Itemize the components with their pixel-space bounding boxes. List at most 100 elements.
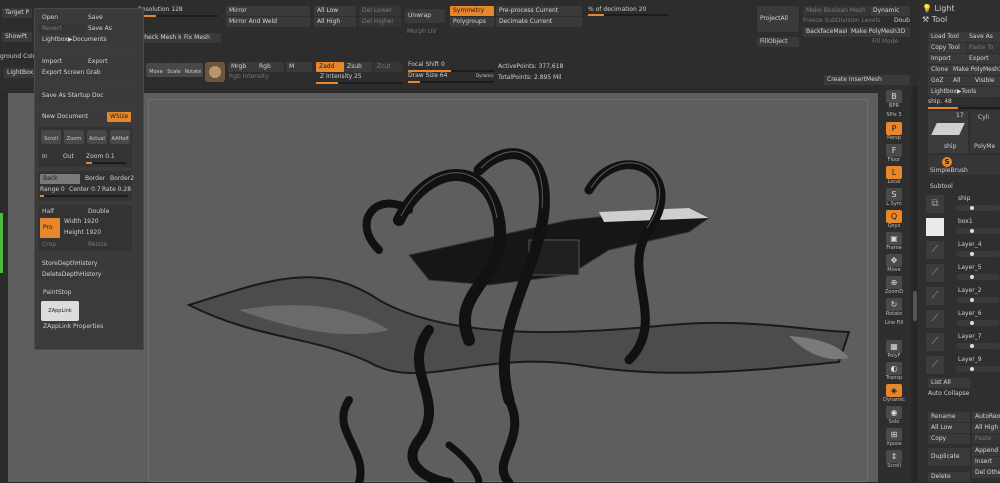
actual-icon[interactable]: Actual [87, 130, 107, 144]
subtool-all-low-button[interactable]: All Low [928, 423, 970, 433]
material-swatch-icon[interactable] [205, 62, 225, 82]
zoom-out-button[interactable]: Out [63, 153, 74, 161]
shelf-item-scroll[interactable]: ⇕ Scroll [882, 450, 906, 472]
subtool-row[interactable]: ⟋ Layer_4 [926, 239, 1000, 261]
subtool-visibility-toggle[interactable] [956, 320, 1000, 326]
polymesh-thumbnail[interactable]: Cyli PolyMe [970, 111, 1000, 153]
subtool-paste-button[interactable]: Paste [972, 434, 1000, 444]
range-slider[interactable]: Range 0 [40, 186, 65, 194]
current-tool-slider[interactable]: ship. 48 [928, 98, 952, 106]
shelf-item-frame[interactable]: ▣ Frame [882, 232, 906, 254]
save-button[interactable]: Save [85, 13, 131, 23]
shelf-item-qxyz[interactable]: Q Qxyz [882, 210, 906, 232]
shelf-item-rotate[interactable]: ↻ Rotate [882, 298, 906, 320]
auto-reorder-button[interactable]: AutoReord [972, 412, 1000, 422]
double-label[interactable]: Doub [894, 17, 910, 25]
shelf-item-floor[interactable]: F Floor [882, 144, 906, 166]
lightbox-tools-button[interactable]: Lightbox▶Tools [928, 87, 1000, 97]
rgb-intensity-label[interactable]: Rgb Intensity [229, 73, 269, 81]
polygroups-button[interactable]: Polygroups [450, 17, 494, 27]
new-document-button[interactable]: New Document [39, 112, 105, 122]
paste-tool-button[interactable]: Paste To [966, 43, 1000, 53]
subtool-all-high-button[interactable]: All High [972, 423, 1000, 433]
make-boolean-mesh-button[interactable]: Make Boolean Mesh [803, 6, 869, 16]
subtool-visibility-toggle[interactable] [956, 274, 1000, 280]
aahalf-icon[interactable]: AAHalf [110, 130, 130, 144]
mirror-and-weld-button[interactable]: Mirror And Weld [226, 17, 310, 27]
shelf-item-persp[interactable]: P Persp [882, 122, 906, 144]
make-polymesh-button[interactable]: Make PolyMesh3D [950, 65, 1000, 75]
tool-save-as-button[interactable]: Save As [966, 32, 1000, 42]
rate-slider[interactable]: Rate 0.28 [102, 186, 131, 194]
delete-depth-history-button[interactable]: DeleteDepthHistory [39, 270, 131, 280]
focal-shift-label[interactable]: Focal Shift 0 [408, 61, 445, 69]
border2-button[interactable]: Border2 [110, 175, 134, 183]
wsize-button[interactable]: WSize [107, 112, 131, 122]
shelf-item-zoomd[interactable]: ⊕ ZoomD [882, 276, 906, 298]
subtool-row[interactable]: ⟋ Layer_9 [926, 354, 1000, 376]
del-higher-button[interactable]: Del Higher [359, 17, 401, 27]
pro-button[interactable]: Pro [40, 218, 60, 238]
zoom-value-slider[interactable]: Zoom 0.1 [86, 153, 115, 161]
backface-mask-button[interactable]: BackfaceMask [803, 27, 847, 37]
delete-button[interactable]: Delete [928, 472, 970, 482]
subtool-row[interactable]: box1 [926, 216, 1000, 238]
list-all-button[interactable]: List All [928, 378, 970, 388]
ship-thumbnail[interactable]: 17 ship [928, 111, 968, 153]
goz-visible-button[interactable]: Visible [972, 76, 1000, 86]
shelf-item-l-sym[interactable]: S L.Sym [882, 188, 906, 210]
shelf-item-transp[interactable]: ◐ Transp [882, 362, 906, 384]
shelf-item-dynamic[interactable]: ◈ Dynamic [882, 384, 906, 406]
save-startup-doc-button[interactable]: Save As Startup Doc [39, 91, 131, 101]
shelf-item-solo[interactable]: ◉ Solo [882, 406, 906, 428]
append-button[interactable]: Append [972, 446, 1000, 456]
subtool-row[interactable]: ⟋ Layer_2 [926, 285, 1000, 307]
shelf-item-local[interactable]: L Local [882, 166, 906, 188]
del-other-button[interactable]: Del Other [972, 468, 1000, 478]
range-center-rate-sliders[interactable] [40, 195, 128, 197]
shelf-item-polyf[interactable]: ▦ PolyF [882, 340, 906, 362]
copy-tool-button[interactable]: Copy Tool [928, 43, 966, 53]
draw-size-slider[interactable] [408, 81, 494, 83]
morph-uv-label[interactable]: Morph UV [407, 28, 436, 36]
subtool-row[interactable]: ⧉ ship [926, 193, 1000, 215]
all-low-button[interactable]: All Low [314, 6, 356, 16]
resize-button[interactable]: Resize [88, 241, 107, 249]
subtool-visibility-toggle[interactable] [956, 343, 1000, 349]
subtool-visibility-toggle[interactable] [956, 251, 1000, 257]
z-intensity-label[interactable]: Z Intensity 25 [320, 73, 362, 81]
lightbox-documents-button[interactable]: Lightbox▶Documents [39, 35, 131, 45]
duplicate-button[interactable]: Duplicate [928, 448, 970, 466]
resolution-slider[interactable] [138, 15, 218, 17]
tool-slider[interactable] [928, 107, 1000, 109]
goz-button[interactable]: GoZ [928, 76, 950, 86]
all-high-button[interactable]: All High [314, 17, 356, 27]
double-button[interactable]: Double [88, 208, 109, 216]
subtool-row[interactable]: ⟋ Layer_5 [926, 262, 1000, 284]
subtool-row[interactable]: ⟋ Layer_7 [926, 331, 1000, 353]
del-lower-button[interactable]: Del Lower [359, 6, 401, 16]
zoom-in-button[interactable]: In [42, 153, 48, 161]
dynamic-top-button[interactable]: Dynamic [870, 6, 910, 16]
load-tool-button[interactable]: Load Tool [928, 32, 966, 42]
scrollbar-thumb[interactable] [913, 291, 917, 321]
subtool-visibility-toggle[interactable] [956, 366, 1000, 372]
subtool-visibility-toggle[interactable] [956, 297, 1000, 303]
zoom-slider[interactable] [86, 162, 126, 164]
light-menu[interactable]: 💡 Light [922, 4, 954, 14]
revert-button[interactable]: Revert [39, 24, 85, 34]
auto-collapse-toggle[interactable]: Auto Collapse [928, 390, 969, 398]
scroll-icon[interactable]: Scroll [41, 130, 61, 144]
decimation-slider-label[interactable]: % of decimation 20 [588, 6, 646, 14]
zapplink-properties-button[interactable]: ZAppLink Properties [43, 323, 103, 331]
project-all-button[interactable]: ProjectAll [757, 6, 799, 32]
mrgb-button[interactable]: Mrgb [228, 62, 256, 72]
crop-button[interactable]: Crop [42, 241, 56, 249]
unwrap-button[interactable]: Unwrap [405, 9, 445, 23]
subtool-copy-button[interactable]: Copy [928, 434, 970, 444]
subtool-visibility-toggle[interactable] [956, 228, 1000, 234]
symmetry-button[interactable]: Symmetry [450, 6, 494, 16]
half-button[interactable]: Half [42, 208, 54, 216]
fill-object-button[interactable]: FillObject [757, 37, 799, 47]
z-intensity-slider[interactable] [316, 82, 402, 84]
